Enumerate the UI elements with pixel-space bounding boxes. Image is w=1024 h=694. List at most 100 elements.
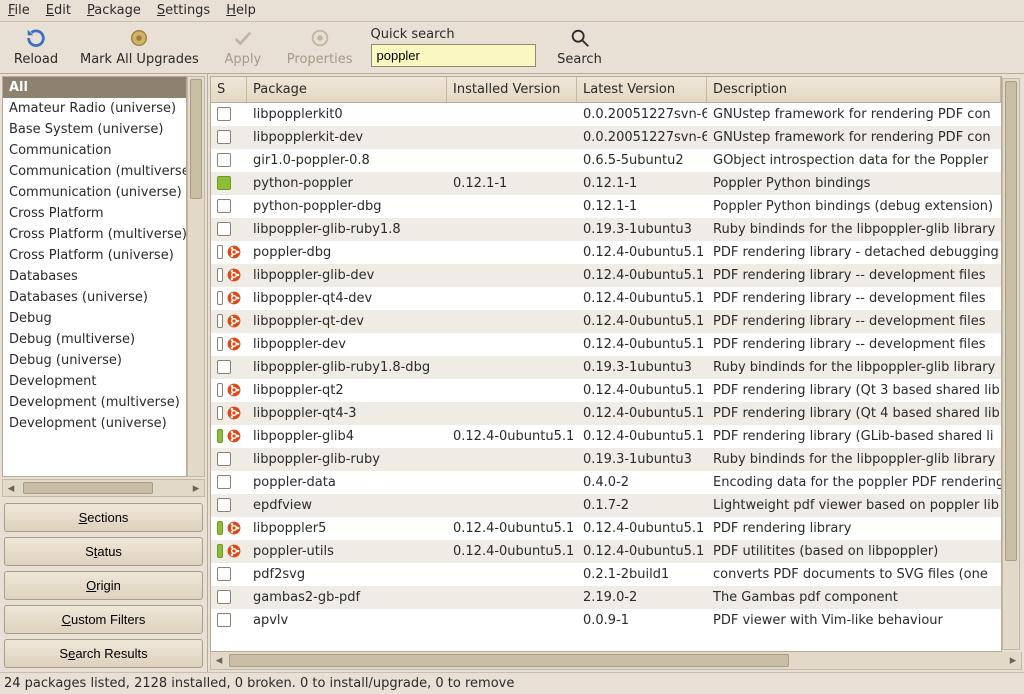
status-checkbox[interactable] [217,521,223,535]
cell-description: PDF viewer with Vim-like behaviour [707,613,1001,628]
status-button[interactable]: Status [4,537,203,566]
status-checkbox[interactable] [217,498,231,512]
menu-file[interactable]: File [8,3,30,18]
category-hscroll[interactable]: ◂ ▸ [2,479,205,497]
sections-button[interactable]: Sections [4,503,203,532]
status-checkbox[interactable] [217,222,231,236]
table-row[interactable]: epdfview0.1.7-2Lightweight pdf viewer ba… [211,494,1001,517]
cell-latest: 0.4.0-2 [577,475,707,490]
sidebar-item[interactable]: Development [3,371,186,392]
status-checkbox[interactable] [217,590,231,604]
table-row[interactable]: poppler-data0.4.0-2Encoding data for the… [211,471,1001,494]
custom-filters-button[interactable]: Custom Filters [4,605,203,634]
sidebar-item[interactable]: All [3,77,186,98]
table-row[interactable]: libpopplerkit-dev0.0.20051227svn-6GNUste… [211,126,1001,149]
status-checkbox[interactable] [217,176,231,190]
table-row[interactable]: libpoppler-glib-ruby1.80.19.3-1ubuntu3Ru… [211,218,1001,241]
header-installed[interactable]: Installed Version [447,77,577,102]
reload-button[interactable]: Reload [10,26,62,67]
sidebar-item[interactable]: Communication (universe) [3,182,186,203]
category-scrollbar[interactable] [187,76,205,477]
scrollbar-thumb[interactable] [229,654,789,667]
sidebar-item[interactable]: Debug [3,308,186,329]
sidebar-item[interactable]: Communication (multiverse) [3,161,186,182]
status-checkbox[interactable] [217,291,223,305]
table-row[interactable]: pdf2svg0.2.1-2build1converts PDF documen… [211,563,1001,586]
sidebar-item[interactable]: Base System (universe) [3,119,186,140]
table-row[interactable]: apvlv0.0.9-1PDF viewer with Vim-like beh… [211,609,1001,632]
status-checkbox[interactable] [217,452,231,466]
search-button[interactable]: Search [554,26,606,67]
quick-search-input[interactable] [371,44,536,67]
status-checkbox[interactable] [217,544,223,558]
scroll-right-icon[interactable]: ▸ [1005,652,1021,669]
header-status[interactable]: S [211,77,247,102]
sidebar-item[interactable]: Cross Platform (multiverse) [3,224,186,245]
table-row[interactable]: libpoppler-glib-dev0.12.4-0ubuntu5.1PDF … [211,264,1001,287]
scroll-right-icon[interactable]: ▸ [188,480,204,496]
status-checkbox[interactable] [217,383,223,397]
search-results-button[interactable]: Search Results [4,639,203,668]
mark-all-button[interactable]: Mark All Upgrades [80,26,199,67]
menu-settings[interactable]: Settings [157,3,210,18]
table-row[interactable]: python-poppler0.12.1-10.12.1-1Poppler Py… [211,172,1001,195]
table-row[interactable]: libpopplerkit00.0.20051227svn-6GNUstep f… [211,103,1001,126]
table-row[interactable]: gambas2-gb-pdf2.19.0-2The Gambas pdf com… [211,586,1001,609]
status-checkbox[interactable] [217,245,223,259]
sidebar-item[interactable]: Debug (multiverse) [3,329,186,350]
sidebar-item[interactable]: Debug (universe) [3,350,186,371]
menu-package[interactable]: Package [87,3,141,18]
menu-edit[interactable]: Edit [46,3,71,18]
status-checkbox[interactable] [217,130,231,144]
table-row[interactable]: poppler-utils0.12.4-0ubuntu5.10.12.4-0ub… [211,540,1001,563]
header-package[interactable]: Package [247,77,447,102]
table-row[interactable]: poppler-dbg0.12.4-0ubuntu5.1PDF renderin… [211,241,1001,264]
origin-button[interactable]: Origin [4,571,203,600]
scrollbar-thumb[interactable] [190,79,202,199]
sidebar-item[interactable]: Communication [3,140,186,161]
status-checkbox[interactable] [217,337,223,351]
table-row[interactable]: libpoppler-qt4-30.12.4-0ubuntu5.1PDF ren… [211,402,1001,425]
sidebar-item[interactable]: Development (multiverse) [3,392,186,413]
table-vscroll[interactable] [1002,78,1020,650]
table-row[interactable]: libpoppler-qt20.12.4-0ubuntu5.1PDF rende… [211,379,1001,402]
status-checkbox[interactable] [217,429,223,443]
sidebar-item[interactable]: Amateur Radio (universe) [3,98,186,119]
status-checkbox[interactable] [217,199,231,213]
table-row[interactable]: libpoppler-qt-dev0.12.4-0ubuntu5.1PDF re… [211,310,1001,333]
table-row[interactable]: libpoppler-glib-ruby1.8-dbg0.19.3-1ubunt… [211,356,1001,379]
table-row[interactable]: python-poppler-dbg0.12.1-1Poppler Python… [211,195,1001,218]
sidebar-item[interactable]: Cross Platform (universe) [3,245,186,266]
cell-package: libpoppler-glib-ruby1.8 [247,222,447,237]
category-list[interactable]: AllAmateur Radio (universe)Base System (… [2,76,187,477]
menu-help[interactable]: Help [226,3,256,18]
cell-latest: 0.12.4-0ubuntu5.1 [577,314,707,329]
sidebar-item[interactable]: Development (universe) [3,413,186,434]
status-checkbox[interactable] [217,268,223,282]
header-latest[interactable]: Latest Version [577,77,707,102]
table-row[interactable]: libpoppler-dev0.12.4-0ubuntu5.1PDF rende… [211,333,1001,356]
sidebar-item[interactable]: Cross Platform [3,203,186,224]
sidebar-item[interactable]: Databases [3,266,186,287]
scroll-left-icon[interactable]: ◂ [211,652,227,669]
scrollbar-thumb[interactable] [1005,81,1017,561]
status-checkbox[interactable] [217,475,231,489]
table-row[interactable]: libpoppler-qt4-dev0.12.4-0ubuntu5.1PDF r… [211,287,1001,310]
sidebar-item[interactable]: Databases (universe) [3,287,186,308]
status-checkbox[interactable] [217,153,231,167]
status-checkbox[interactable] [217,406,223,420]
scrollbar-thumb[interactable] [23,482,153,494]
table-row[interactable]: libpoppler-glib-ruby0.19.3-1ubuntu3Ruby … [211,448,1001,471]
table-row[interactable]: gir1.0-poppler-0.80.6.5-5ubuntu2GObject … [211,149,1001,172]
status-checkbox[interactable] [217,314,223,328]
status-checkbox[interactable] [217,107,231,121]
table-hscroll[interactable]: ◂ ▸ [210,652,1022,670]
cell-package: epdfview [247,498,447,513]
status-checkbox[interactable] [217,567,231,581]
header-description[interactable]: Description [707,77,1001,102]
status-checkbox[interactable] [217,360,231,374]
scroll-left-icon[interactable]: ◂ [3,480,19,496]
status-checkbox[interactable] [217,613,231,627]
table-row[interactable]: libpoppler50.12.4-0ubuntu5.10.12.4-0ubun… [211,517,1001,540]
table-row[interactable]: libpoppler-glib40.12.4-0ubuntu5.10.12.4-… [211,425,1001,448]
